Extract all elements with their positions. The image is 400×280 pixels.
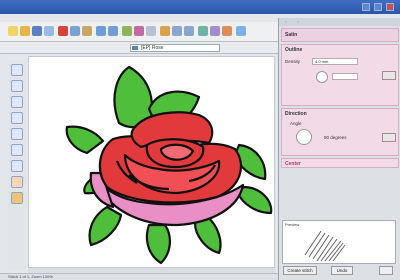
angle-label: Angle (290, 121, 302, 126)
center-section: Center (281, 158, 399, 168)
new-file-icon[interactable] (8, 26, 18, 36)
select-tool-icon[interactable] (11, 64, 23, 76)
fill-tool-icon[interactable] (11, 112, 23, 124)
direction-section: Direction Angle 90 degrees (281, 108, 399, 156)
outline-section: Outline Density 4.0 mm (281, 44, 399, 106)
satin-preview-image (304, 230, 346, 262)
document-selector[interactable]: [EP] Rose (130, 44, 220, 52)
document-icon (132, 46, 138, 50)
preview-icon[interactable] (222, 26, 232, 36)
outline-tool-icon[interactable] (11, 128, 23, 140)
zoom-tool-icon[interactable] (11, 160, 23, 172)
app-window: [EP] Rose Stitch 1 of 1, Zoom 100% ◦ ◦ S… (0, 0, 400, 280)
document-bar: [EP] Rose (0, 42, 278, 54)
minimize-icon[interactable] (362, 3, 370, 11)
petal-center (159, 143, 195, 161)
print-icon[interactable] (44, 26, 54, 36)
status-bar: Stitch 1 of 1, Zoom 100% (0, 273, 278, 280)
density-slider[interactable] (332, 73, 358, 80)
grid-icon[interactable] (198, 26, 208, 36)
angle-dial-icon[interactable] (296, 129, 312, 145)
main-toolbar (0, 22, 278, 42)
wizard-icon[interactable] (160, 26, 170, 36)
center-label: Center (285, 161, 301, 167)
undo-button[interactable]: Undo (331, 266, 353, 275)
layers-icon[interactable] (210, 26, 220, 36)
create-stitch-button[interactable]: Create stitch (283, 266, 317, 275)
design-canvas[interactable] (28, 56, 275, 268)
zoom-in-icon[interactable] (172, 26, 182, 36)
status-text: Stitch 1 of 1, Zoom 100% (8, 274, 53, 279)
zoom-out-icon[interactable] (184, 26, 194, 36)
density-label: Density (285, 59, 301, 64)
preview-label: Preview (285, 222, 300, 227)
pan-tool-icon[interactable] (11, 80, 23, 92)
text-tool-icon[interactable] (11, 144, 23, 156)
angle-value: 90 degrees (324, 135, 347, 140)
density-apply-button[interactable] (382, 71, 396, 80)
undo-icon[interactable] (96, 26, 106, 36)
direction-label: Direction (285, 111, 307, 117)
redo-icon[interactable] (108, 26, 118, 36)
leaf-right-lower (237, 185, 273, 215)
color-icon[interactable] (134, 26, 144, 36)
density-field[interactable]: 4.0 mm (312, 58, 358, 65)
edit-points-icon[interactable] (11, 96, 23, 108)
rose-design (65, 65, 273, 265)
left-toolbox (8, 60, 26, 270)
trace-tool-icon[interactable] (11, 192, 23, 204)
stitch-icon[interactable] (122, 26, 132, 36)
open-folder-icon[interactable] (20, 26, 30, 36)
document-name: [EP] Rose (141, 45, 164, 51)
maximize-icon[interactable] (374, 3, 382, 11)
title-bar (0, 0, 400, 14)
cut-icon[interactable] (58, 26, 68, 36)
save-icon[interactable] (32, 26, 42, 36)
density-dial-icon[interactable] (316, 71, 328, 83)
leaf-bottom (145, 223, 171, 265)
panel-tab-1[interactable]: ◦ (281, 19, 291, 25)
stitch-preview: Preview (282, 220, 396, 264)
properties-panel: ◦ ◦ Satin Outline Density 4.0 mm Directi… (278, 18, 400, 280)
panel-tab-2[interactable]: ◦ (293, 19, 303, 25)
panel-header: Satin (281, 28, 399, 42)
leaf-left (65, 125, 105, 155)
paint-tool-icon[interactable] (11, 176, 23, 188)
close-icon[interactable] (386, 3, 394, 11)
help-icon[interactable] (236, 26, 246, 36)
panel-more-button[interactable] (379, 266, 393, 275)
leaf-bottom-left (88, 205, 123, 247)
hoop-icon[interactable] (146, 26, 156, 36)
panel-tabs: ◦ ◦ (279, 18, 400, 26)
panel-title: Satin (285, 32, 298, 38)
copy-icon[interactable] (70, 26, 80, 36)
angle-apply-button[interactable] (382, 133, 396, 142)
paste-icon[interactable] (82, 26, 92, 36)
outline-label: Outline (285, 47, 303, 53)
